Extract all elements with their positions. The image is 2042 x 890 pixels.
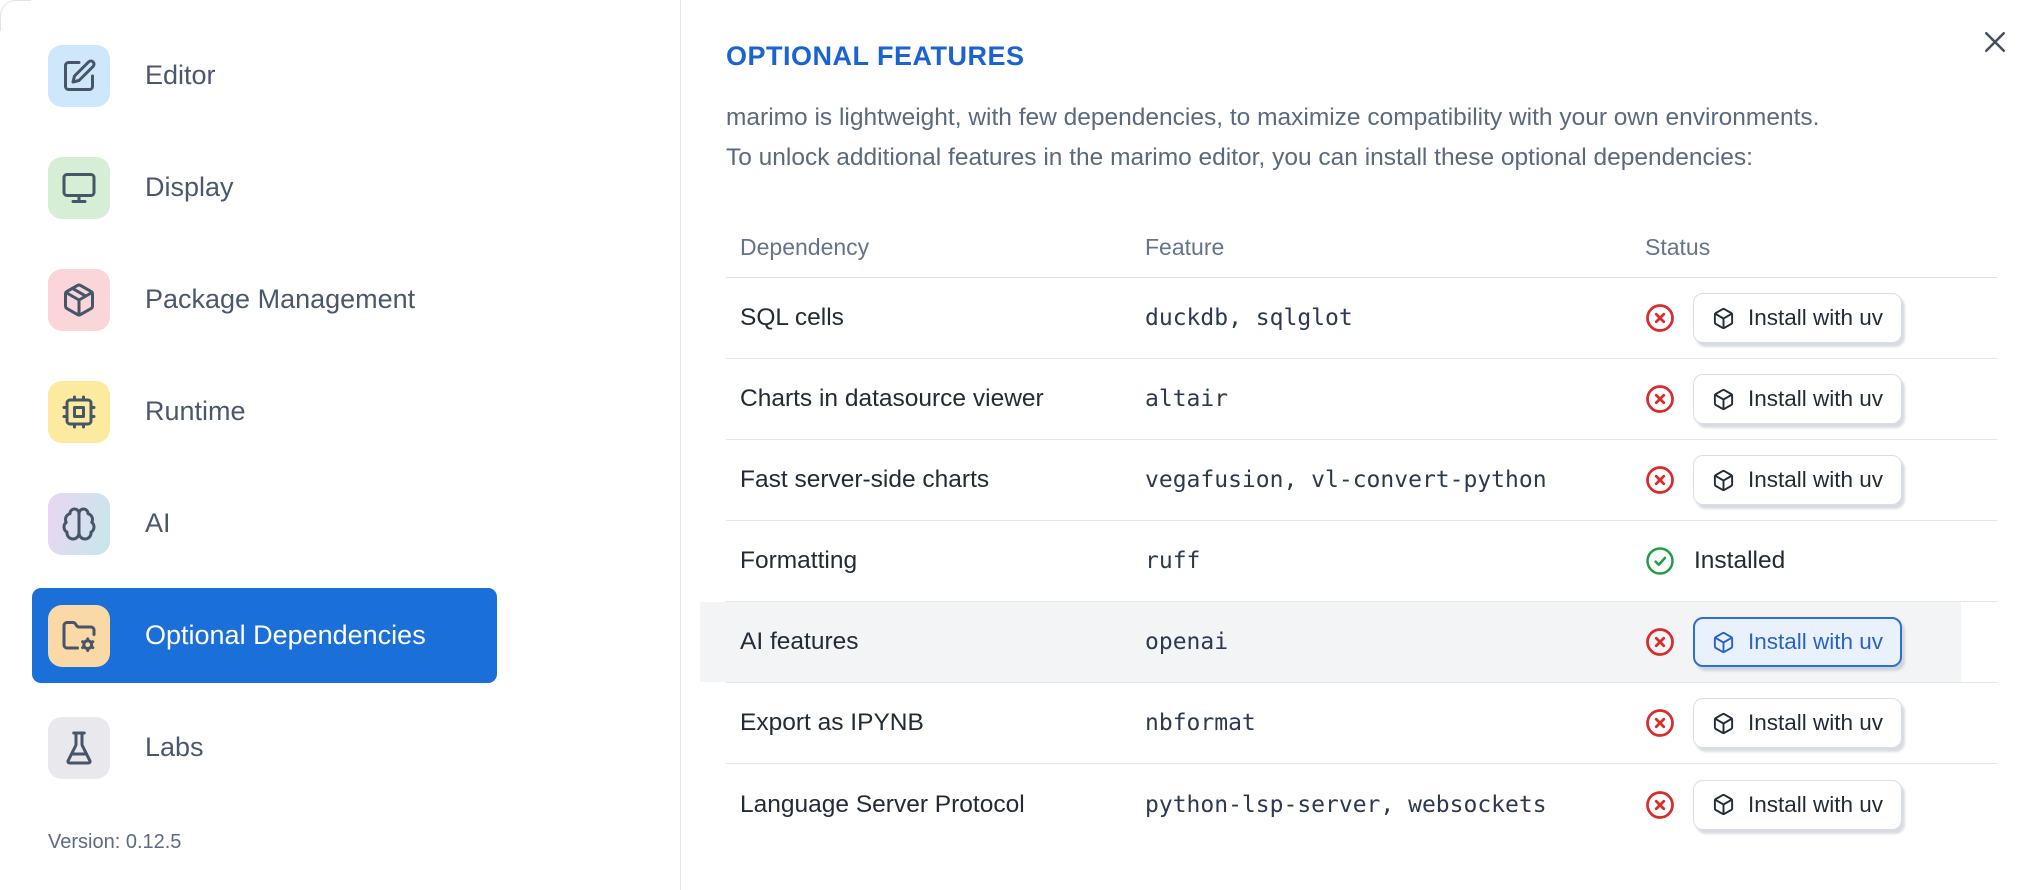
table-row: Charts in datasource viewer altair Insta… bbox=[726, 359, 1997, 440]
install-button[interactable]: Install with uv bbox=[1693, 617, 1903, 667]
status-cell: Install with uv bbox=[1645, 374, 1997, 424]
install-button-label: Install with uv bbox=[1748, 386, 1884, 411]
sidebar-item-label: Package Management bbox=[145, 284, 416, 314]
install-button[interactable]: Install with uv bbox=[1693, 374, 1903, 424]
table-row: Export as IPYNB nbformat Install with uv bbox=[726, 683, 1997, 764]
sidebar-item-labs[interactable]: Labs bbox=[32, 700, 497, 795]
sidebar-item-label: Editor bbox=[145, 60, 216, 90]
flask-icon bbox=[61, 730, 97, 766]
sidebar-item-label: Optional Dependencies bbox=[145, 620, 426, 650]
status-cell: Install with uv bbox=[1645, 455, 1997, 505]
nav-icon-box bbox=[48, 380, 110, 443]
status-error-icon bbox=[1645, 384, 1675, 414]
table-header-cell: Dependency bbox=[740, 234, 870, 260]
description-line: To unlock additional features in the mar… bbox=[726, 144, 1753, 171]
feature-cell: altair bbox=[1145, 386, 1229, 412]
nav-icon-box bbox=[48, 604, 110, 667]
table-row: Language Server Protocol python-lsp-serv… bbox=[726, 764, 1997, 845]
install-button[interactable]: Install with uv bbox=[1693, 698, 1903, 748]
status-error-icon bbox=[1645, 708, 1675, 738]
nav-icon-box bbox=[48, 492, 110, 555]
box-icon bbox=[1712, 793, 1735, 816]
page-title: OPTIONAL FEATURES bbox=[726, 41, 1025, 71]
dependency-cell: Charts in datasource viewer bbox=[740, 385, 1044, 412]
install-button[interactable]: Install with uv bbox=[1693, 293, 1903, 343]
monitor-icon bbox=[61, 170, 97, 206]
feature-cell: openai bbox=[1145, 629, 1229, 655]
status-error-icon bbox=[1645, 790, 1675, 820]
box-icon bbox=[1712, 712, 1735, 735]
optional-features-panel: OPTIONAL FEATURES marimo is lightweight,… bbox=[681, 0, 2042, 890]
close-icon bbox=[1980, 27, 2010, 57]
install-button-label: Install with uv bbox=[1748, 467, 1884, 492]
sidebar-item-label: AI bbox=[145, 508, 171, 538]
sidebar-item-ai[interactable]: AI bbox=[32, 476, 497, 571]
dependency-cell: Fast server-side charts bbox=[740, 466, 990, 493]
table-body: SQL cells duckdb, sqlglot Install with u… bbox=[700, 278, 1997, 845]
edit-pencil-icon bbox=[61, 58, 97, 94]
status-error-icon bbox=[1645, 465, 1675, 495]
sidebar-item-runtime[interactable]: Runtime bbox=[32, 364, 497, 459]
install-button[interactable]: Install with uv bbox=[1693, 779, 1903, 830]
sidebar-item-label: Labs bbox=[145, 732, 204, 762]
sidebar-item-display[interactable]: Display bbox=[32, 140, 497, 235]
install-button-label: Install with uv bbox=[1748, 710, 1884, 735]
close-button[interactable] bbox=[1980, 27, 2010, 57]
nav-icon-box bbox=[48, 44, 110, 107]
nav-icon-box bbox=[48, 156, 110, 219]
description-line: marimo is lightweight, with few dependen… bbox=[726, 104, 1820, 131]
feature-cell: ruff bbox=[1145, 548, 1201, 574]
install-button-label: Install with uv bbox=[1748, 791, 1884, 817]
sidebar-nav: Editor Display Package Management Runtim… bbox=[0, 28, 680, 812]
nav-icon-box bbox=[48, 716, 110, 779]
settings-dialog: Editor Display Package Management Runtim… bbox=[0, 0, 2042, 890]
status-cell: Install with uv bbox=[1645, 779, 1997, 830]
sidebar-item-optional-dependencies[interactable]: Optional Dependencies bbox=[32, 588, 497, 683]
installed-label: Installed bbox=[1694, 547, 1786, 574]
dependency-cell: Export as IPYNB bbox=[740, 709, 924, 736]
dependency-cell: Language Server Protocol bbox=[740, 790, 1025, 818]
install-button-label: Install with uv bbox=[1748, 629, 1884, 654]
table-row: Fast server-side charts vegafusion, vl-c… bbox=[726, 440, 1997, 521]
feature-cell: duckdb, sqlglot bbox=[1145, 305, 1353, 331]
brain-icon bbox=[61, 506, 97, 542]
settings-sidebar: Editor Display Package Management Runtim… bbox=[0, 0, 681, 890]
table-row: SQL cells duckdb, sqlglot Install with u… bbox=[726, 278, 1997, 359]
sidebar-item-label: Runtime bbox=[145, 396, 246, 426]
box-icon bbox=[1712, 388, 1735, 411]
panel-description: marimo is lightweight, with few dependen… bbox=[726, 98, 1997, 178]
install-button[interactable]: Install with uv bbox=[1693, 455, 1903, 505]
sidebar-item-package-management[interactable]: Package Management bbox=[32, 252, 497, 347]
version-label: Version: 0.12.5 bbox=[48, 831, 182, 853]
sidebar-item-editor[interactable]: Editor bbox=[32, 28, 497, 123]
status-cell: Install with uv bbox=[1645, 698, 1997, 748]
status-cell: Install with uv bbox=[1645, 293, 1997, 343]
feature-cell: nbformat bbox=[1145, 710, 1256, 736]
dependency-cell: AI features bbox=[740, 628, 859, 655]
status-cell: Installed bbox=[1645, 546, 1997, 576]
dependency-cell: SQL cells bbox=[740, 304, 844, 331]
table-row: AI features openai Install with uv bbox=[700, 602, 1997, 683]
cpu-icon bbox=[61, 394, 97, 430]
table-header-cell: Feature bbox=[1145, 234, 1225, 260]
feature-cell: vegafusion, vl-convert-python bbox=[1145, 467, 1547, 493]
box-icon bbox=[1712, 307, 1735, 330]
box-icon bbox=[1712, 631, 1735, 654]
folder-gear-icon bbox=[61, 618, 97, 654]
feature-cell: python-lsp-server, websockets bbox=[1145, 791, 1547, 818]
table-header-cell: Status bbox=[1645, 234, 1711, 260]
status-cell: Install with uv bbox=[1645, 617, 1997, 667]
status-error-icon bbox=[1645, 303, 1675, 333]
box-icon bbox=[1712, 469, 1735, 492]
dependencies-table: Dependency Feature Status SQL cells duck… bbox=[700, 218, 1997, 845]
install-button-label: Install with uv bbox=[1748, 305, 1884, 330]
sidebar-item-label: Display bbox=[145, 172, 234, 202]
nav-icon-box bbox=[48, 268, 110, 331]
table-row: Formatting ruff Installed bbox=[726, 521, 1997, 602]
status-success-icon bbox=[1645, 546, 1675, 576]
status-error-icon bbox=[1645, 627, 1675, 657]
table-header-row: Dependency Feature Status bbox=[726, 218, 1997, 278]
dependency-cell: Formatting bbox=[740, 547, 858, 574]
package-icon bbox=[61, 282, 97, 318]
